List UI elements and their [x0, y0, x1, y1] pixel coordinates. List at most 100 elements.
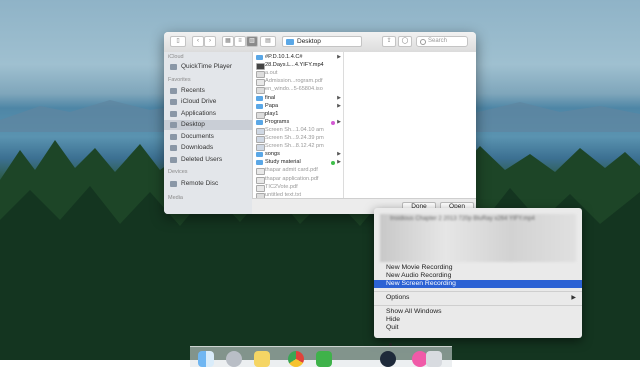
sidebar-header-favorites: Favorites — [168, 77, 191, 83]
sidebar-item-documents[interactable]: Documents — [164, 132, 252, 142]
search-field[interactable]: Search — [416, 36, 468, 47]
menu-item-hide[interactable]: Hide — [374, 316, 582, 324]
list-view-button[interactable]: ≡ — [234, 36, 246, 47]
file-row[interactable]: Screen Sh...8.12.42 pm — [253, 143, 343, 152]
folder-icon — [170, 157, 177, 163]
menu-item-new-movie-recording[interactable]: New Movie Recording — [374, 264, 582, 272]
image-icon — [256, 136, 265, 143]
file-row[interactable]: Papa ▶ — [253, 103, 343, 111]
file-name: final — [265, 94, 276, 101]
file-row[interactable]: Screen Sh...9.24.39 pm — [253, 135, 343, 143]
icon-view-button[interactable]: ▦ — [222, 36, 234, 47]
finder-icon[interactable] — [198, 351, 214, 367]
menu-item-show-all-windows[interactable]: Show All Windows — [374, 308, 582, 316]
file-icon — [256, 87, 265, 95]
facetime-icon[interactable] — [316, 351, 332, 367]
disc-icon — [170, 181, 177, 187]
disclosure-arrow-icon: ▶ — [337, 102, 341, 109]
file-row[interactable]: #P.D.10.1.4.C# ▶ — [253, 54, 343, 62]
folder-icon — [256, 160, 263, 166]
sidebar-item-remote-disc[interactable]: Remote Disc — [164, 179, 252, 189]
file-row[interactable]: thapar application.pdf — [253, 176, 343, 184]
column-view-button[interactable]: ▥ — [246, 36, 258, 47]
file-row[interactable]: Programs ▶ — [253, 119, 343, 127]
sidebar-header-devices: Devices — [168, 169, 188, 175]
submenu-arrow-icon: ▶ — [571, 295, 576, 301]
menu-item-label: Quit — [386, 324, 399, 331]
file-row[interactable]: 28.Days.L...4.YIFY.mp4 — [253, 62, 343, 71]
file-row[interactable]: a.out — [253, 70, 343, 79]
menu-item-label: Hide — [386, 316, 400, 323]
preview-column — [344, 52, 476, 198]
disclosure-arrow-icon: ▶ — [337, 159, 341, 166]
file-row[interactable]: thapar admit card.pdf — [253, 167, 343, 176]
file-name: thapar admit card.pdf — [265, 167, 318, 174]
file-name: a.out — [265, 70, 278, 77]
sidebar-header-icloud: iCloud — [168, 54, 184, 60]
launchpad-icon[interactable] — [226, 351, 242, 367]
menu-item-label: New Movie Recording — [386, 264, 453, 271]
menu-item-label: New Screen Recording — [386, 280, 456, 287]
chrome-icon[interactable] — [288, 351, 304, 367]
file-row[interactable]: play1 — [253, 111, 343, 119]
file-row[interactable]: Study material ▶ — [253, 159, 343, 167]
folder-icon — [256, 95, 263, 101]
file-name: Screen Sh...1.04.10 am — [265, 126, 324, 133]
sidebar-item-label: Recents — [181, 87, 205, 94]
file-name: Admission...rogram.pdf — [265, 78, 323, 85]
file-name: en_windo...5-65804.iso — [265, 86, 323, 93]
file-icon — [256, 71, 265, 79]
menu-item-label: Show All Windows — [386, 308, 442, 315]
quicktime-icon[interactable] — [380, 351, 396, 367]
file-name: Programs — [265, 118, 290, 125]
search-placeholder: Search — [428, 38, 448, 44]
pdf-icon — [256, 176, 265, 184]
running-indicator — [389, 343, 392, 346]
file-row[interactable]: en_windo...5-65804.iso — [253, 86, 343, 95]
dock — [190, 346, 452, 367]
file-row[interactable]: TIC2Vote.pdf — [253, 184, 343, 192]
sidebar-item-deleted-users[interactable]: Deleted Users — [164, 155, 252, 165]
menu-item-options[interactable]: Options ▶ — [374, 294, 582, 302]
sidebar-item-applications[interactable]: Applications — [164, 109, 252, 119]
folder-icon — [256, 55, 263, 60]
clock-icon — [170, 88, 177, 94]
back-button[interactable]: ‹ — [192, 36, 204, 47]
pdf-icon — [256, 79, 265, 87]
forward-button[interactable]: › — [204, 36, 216, 47]
location-label: Desktop — [297, 38, 321, 45]
arrange-button[interactable]: ▤ — [260, 36, 276, 47]
sidebar-item-downloads[interactable]: Downloads — [164, 143, 252, 153]
file-row[interactable]: songs ▶ — [253, 151, 343, 159]
sidebar-item-label: Desktop — [181, 121, 205, 128]
cloud-icon — [170, 99, 177, 105]
menu-item-label: New Audio Recording — [386, 272, 452, 279]
menu-item-quit[interactable]: Quit — [374, 324, 582, 332]
file-row[interactable]: Admission...rogram.pdf — [253, 78, 343, 87]
sidebar-item-label: iCloud Drive — [181, 98, 217, 105]
sidebar-item-desktop[interactable]: Desktop — [164, 120, 252, 130]
sidebar-toggle-button[interactable]: ▯ — [170, 36, 186, 47]
tags-button[interactable]: ◯ — [398, 36, 412, 47]
sidebar-item-quicktime[interactable]: QuickTime Player — [164, 62, 252, 72]
share-button[interactable]: ⇪ — [382, 36, 396, 47]
file-row[interactable]: Screen Sh...1.04.10 am — [253, 127, 343, 135]
location-popup[interactable]: Desktop — [282, 36, 362, 47]
menu-item-new-audio-recording[interactable]: New Audio Recording — [374, 272, 582, 280]
app-icon — [170, 64, 177, 70]
quicktime-dock-menu: Insidious Chapter 2 2013 720p BluRay x26… — [374, 208, 582, 338]
file-column: #P.D.10.1.4.C# ▶ 28.Days.L...4.YIFY.mp4 a.o… — [253, 52, 344, 214]
trash-icon[interactable] — [426, 351, 442, 367]
pdf-icon — [256, 184, 265, 192]
sidebar: iCloud QuickTime Player Favorites Recent… — [164, 52, 253, 214]
file-row[interactable]: final ▶ — [253, 95, 343, 103]
file-name: thapar application.pdf — [265, 175, 319, 182]
sidebar-item-icloud-drive[interactable]: iCloud Drive — [164, 97, 252, 107]
notes-icon[interactable] — [254, 351, 270, 367]
file-name: 28.Days.L...4.YIFY.mp4 — [265, 62, 324, 69]
video-icon — [256, 63, 265, 71]
menu-item-new-screen-recording[interactable]: New Screen Recording — [374, 280, 582, 288]
file-name: Study material — [265, 159, 301, 166]
sidebar-item-label: Documents — [181, 133, 214, 140]
sidebar-item-recents[interactable]: Recents — [164, 86, 252, 96]
